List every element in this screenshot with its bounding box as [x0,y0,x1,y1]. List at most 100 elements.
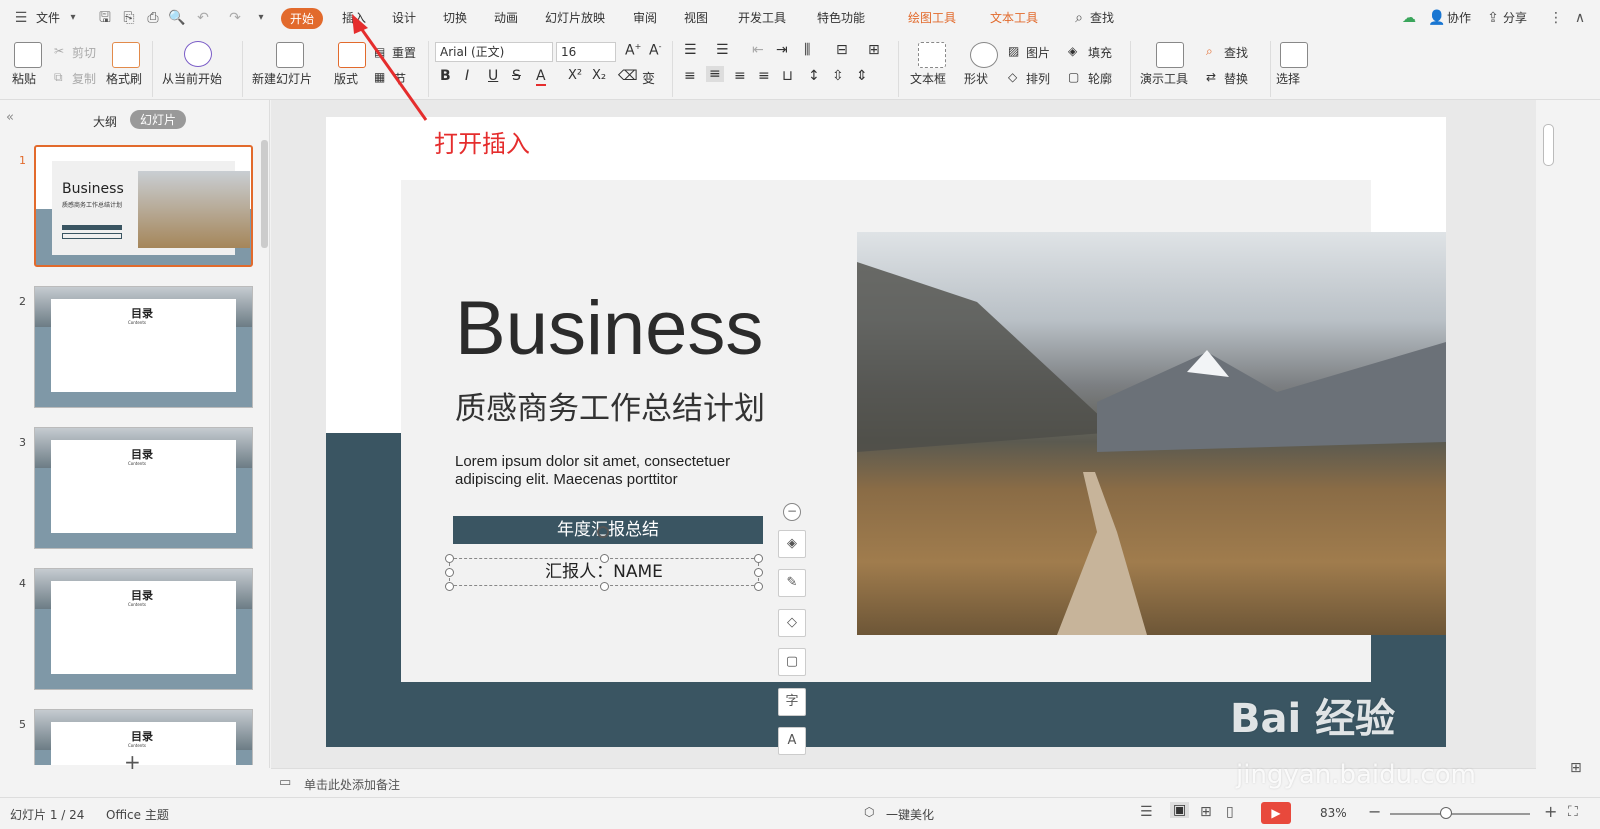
play-icon[interactable] [184,41,212,67]
decrease-font-icon[interactable]: A- [649,42,661,59]
zoom-slider-thumb[interactable] [1440,807,1452,819]
collapse-panel-icon[interactable]: « [6,110,14,125]
text-effect-icon[interactable]: A [778,727,806,755]
align-text-icon[interactable]: ⊟ [836,42,848,58]
new-slide-icon[interactable] [276,42,304,68]
fit-window-icon[interactable]: ⛶ [1568,804,1578,820]
tab-outline[interactable]: 大纲 [93,113,117,130]
reading-view-icon[interactable]: ▯ [1226,804,1234,820]
font-name-select[interactable]: Arial (正文) [435,42,553,62]
resize-handle[interactable] [754,582,763,591]
collab-icon[interactable]: 👤 [1428,9,1446,27]
hamburger-icon[interactable]: ☰ [12,9,30,27]
slide-body-line-2[interactable]: adipiscing elit. Maecenas porttitor [455,471,678,488]
picture-button[interactable]: 图片 [1026,44,1050,61]
slide-thumb-1[interactable]: Business 质感商务工作总结计划 [34,145,253,267]
current-slide[interactable]: Business 质感商务工作总结计划 Lorem ipsum dolor si… [326,117,1446,747]
notes-placeholder[interactable]: 单击此处添加备注 [304,776,400,793]
tab-special[interactable]: 特色功能 [817,9,865,26]
smartart-icon[interactable]: ⊞ [868,42,880,58]
italic-icon[interactable]: I [465,68,469,84]
copy-button[interactable]: 复制 [72,70,96,87]
paste-button[interactable]: 粘贴 [12,70,36,87]
normal-view-icon[interactable]: ▣ [1170,802,1190,818]
increase-indent-icon[interactable]: ⇥ [776,42,788,58]
format-painter-icon[interactable] [112,42,140,68]
font-size-select[interactable]: 16 [556,42,616,62]
share-icon[interactable]: ⇪ [1484,9,1502,27]
paste-icon[interactable] [14,42,42,68]
resize-handle[interactable] [445,582,454,591]
tab-animation[interactable]: 动画 [494,9,518,26]
justify-icon[interactable]: ≡ [758,68,770,84]
tab-slides[interactable]: 幻灯片 [130,110,187,129]
shape-icon[interactable] [970,42,998,68]
numbered-list-icon[interactable]: ☰ [716,42,729,58]
search-label[interactable]: 查找 [1090,9,1114,26]
slide-subtitle[interactable]: 质感商务工作总结计划 [455,383,765,428]
resize-handle[interactable] [600,554,609,563]
present-tools-icon[interactable] [1156,42,1184,68]
file-menu[interactable]: 文件 [36,9,60,26]
rotate-handle-icon[interactable] [597,526,609,538]
text-style-icon[interactable]: 字 [778,688,806,716]
tab-drawing-tools[interactable]: 绘图工具 [908,9,956,26]
paragraph-options-icon[interactable]: ⇕ [856,68,868,84]
text-direction-icon[interactable]: ⫼ [804,42,810,58]
zoom-slider[interactable] [1390,813,1530,815]
slide-thumb-2[interactable]: 目录 Contents [34,286,253,408]
slide-thumb-3[interactable]: 目录 Contents [34,427,253,549]
redo-icon[interactable]: ↷ [226,9,244,27]
vertical-scrollbar[interactable] [1540,100,1558,768]
theme-name[interactable]: Office 主题 [106,806,169,823]
add-slide-icon[interactable]: + [124,750,141,774]
find-button[interactable]: 查找 [1224,44,1248,61]
tab-developer[interactable]: 开发工具 [738,9,786,26]
resize-handle[interactable] [754,554,763,563]
collapse-float-icon[interactable]: − [783,503,801,521]
customize-chevron-icon[interactable]: ▾ [252,9,270,27]
share-button[interactable]: 分享 [1503,9,1527,26]
print-icon[interactable]: ⎙ [144,9,162,27]
textbox-button[interactable]: 文本框 [910,70,946,87]
font-color-icon[interactable]: A [536,68,546,86]
superscript-icon[interactable]: X² [568,68,582,83]
tab-transition[interactable]: 切换 [443,9,467,26]
increase-font-icon[interactable]: A+ [625,42,641,59]
distribute-icon[interactable]: ⊔ [782,68,793,84]
zoom-in-icon[interactable]: + [1544,802,1557,821]
tab-review[interactable]: 审阅 [633,9,657,26]
align-center-icon[interactable]: ≡ [706,66,724,82]
slide-title[interactable]: Business [455,285,763,372]
border-icon[interactable]: ▢ [778,648,806,676]
zoom-level[interactable]: 83% [1320,806,1347,820]
output-icon[interactable]: ⎘ [120,9,138,27]
fill-button[interactable]: 填充 [1088,44,1112,61]
bullet-list-icon[interactable]: ☰ [684,42,697,58]
strikethrough-icon[interactable]: S [512,68,521,84]
search-icon[interactable]: ⌕ [1070,9,1088,27]
textbox-icon[interactable] [918,42,946,68]
shape-button[interactable]: 形状 [964,70,988,87]
clear-format-icon[interactable]: ⌫ [618,68,638,84]
collapse-ribbon-icon[interactable]: ∧ [1571,9,1589,27]
collab-button[interactable]: 协作 [1447,9,1471,26]
decrease-indent-icon[interactable]: ⇤ [752,42,764,58]
slide-body-line-1[interactable]: Lorem ipsum dolor sit amet, consectetuer [455,453,730,470]
fill-bucket-icon[interactable]: ◇ [778,609,806,637]
sorter-view-icon[interactable]: ⊞ [1200,804,1212,820]
new-slide-button[interactable]: 新建幻灯片 [252,70,312,87]
slide-thumb-5[interactable]: 目录 Contents [34,709,253,765]
tab-view[interactable]: 视图 [684,9,708,26]
underline-icon[interactable]: U [488,68,498,84]
slide-thumb-4[interactable]: 目录 Contents [34,568,253,690]
zoom-out-icon[interactable]: − [1368,802,1381,821]
resize-handle[interactable] [600,582,609,591]
outline-button[interactable]: 轮廓 [1088,70,1112,87]
paragraph-spacing-icon[interactable]: ⇳ [832,68,844,84]
play-from-current-button[interactable]: 从当前开始 [162,70,222,87]
format-painter-button[interactable]: 格式刷 [106,70,142,87]
cut-button[interactable]: 剪切 [72,44,96,61]
panel-scrollbar[interactable] [261,140,268,248]
print-preview-icon[interactable]: 🔍 [168,9,186,27]
